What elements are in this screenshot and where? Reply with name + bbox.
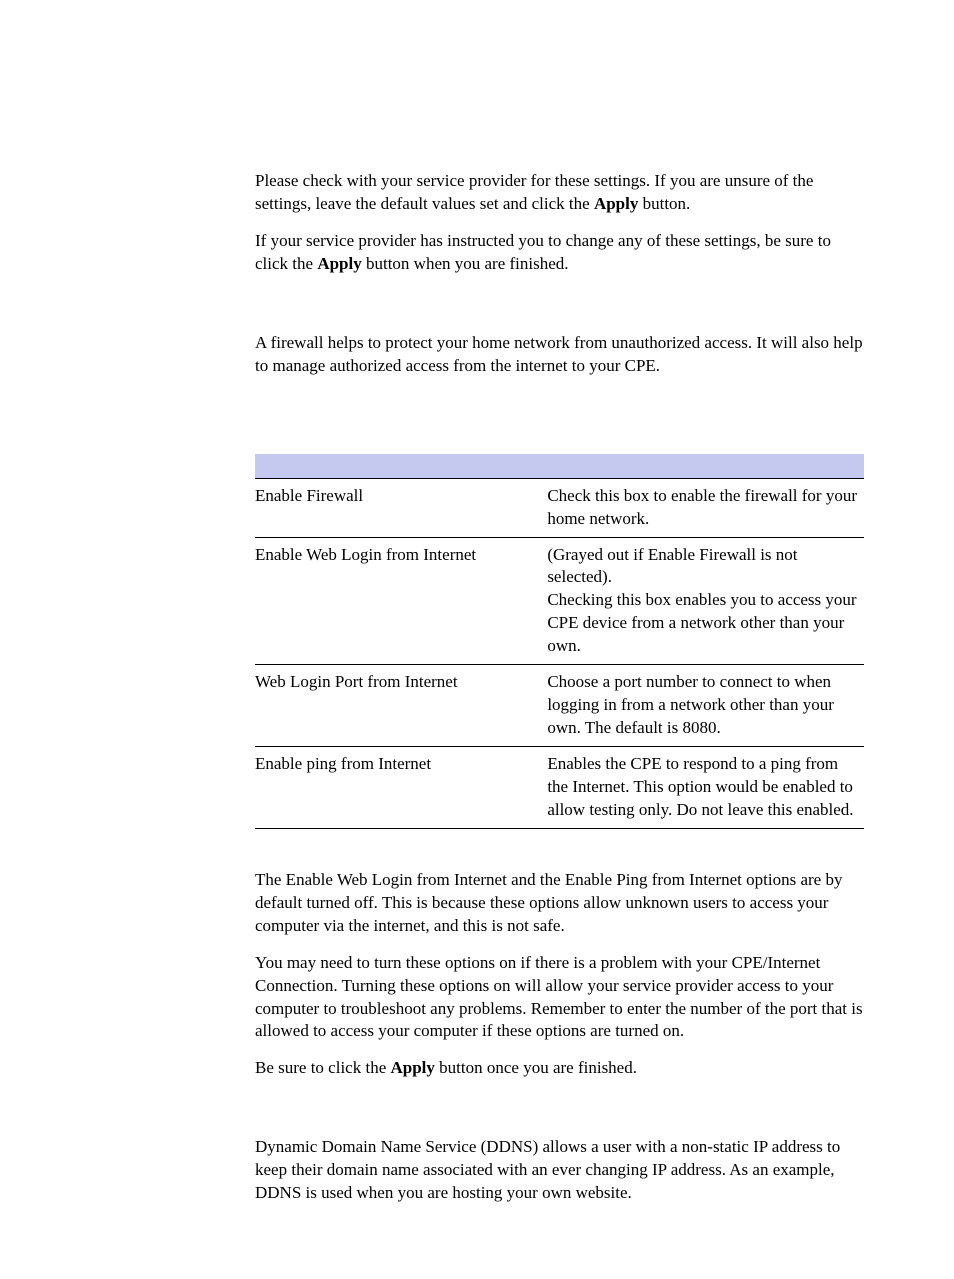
spacer [255,392,864,454]
field-desc: (Grayed out if Enable Firewall is not se… [547,537,864,665]
firewall-settings-table: Enable Firewall Check this box to enable… [255,454,864,829]
ddns-paragraph: Dynamic Domain Name Service (DDNS) allow… [255,1136,864,1205]
table-header-row [255,454,864,479]
field-name: Enable ping from Internet [255,747,547,829]
field-name: Web Login Port from Internet [255,665,547,747]
desc-line: (Grayed out if Enable Firewall is not se… [547,544,860,590]
desc-line: Checking this box enables you to access … [547,589,860,658]
table-row: Enable ping from Internet Enables the CP… [255,747,864,829]
field-desc: Choose a port number to connect to when … [547,665,864,747]
table-row: Web Login Port from Internet Choose a po… [255,665,864,747]
table-row: Enable Firewall Check this box to enable… [255,478,864,537]
table-row: Enable Web Login from Internet (Grayed o… [255,537,864,665]
text: button when you are finished. [362,254,569,273]
text: Be sure to click the [255,1058,391,1077]
text: button. [638,194,690,213]
apply-bold: Apply [391,1058,435,1077]
table-header-desc [547,454,864,479]
intro-paragraph-1: Please check with your service provider … [255,170,864,216]
apply-bold: Apply [317,254,361,273]
firewall-intro-paragraph: A firewall helps to protect your home ne… [255,332,864,378]
document-page: Please check with your service provider … [0,0,954,1279]
spacer [255,1094,864,1136]
spacer [255,290,864,332]
after-paragraph-3: Be sure to click the Apply button once y… [255,1057,864,1080]
field-desc: Enables the CPE to respond to a ping fro… [547,747,864,829]
field-name: Enable Firewall [255,478,547,537]
intro-paragraph-2: If your service provider has instructed … [255,230,864,276]
field-name: Enable Web Login from Internet [255,537,547,665]
text: Please check with your service provider … [255,171,813,213]
after-paragraph-1: The Enable Web Login from Internet and t… [255,869,864,938]
table-header-field [255,454,547,479]
text: button once you are finished. [435,1058,637,1077]
after-paragraph-2: You may need to turn these options on if… [255,952,864,1044]
field-desc: Check this box to enable the firewall fo… [547,478,864,537]
apply-bold: Apply [594,194,638,213]
